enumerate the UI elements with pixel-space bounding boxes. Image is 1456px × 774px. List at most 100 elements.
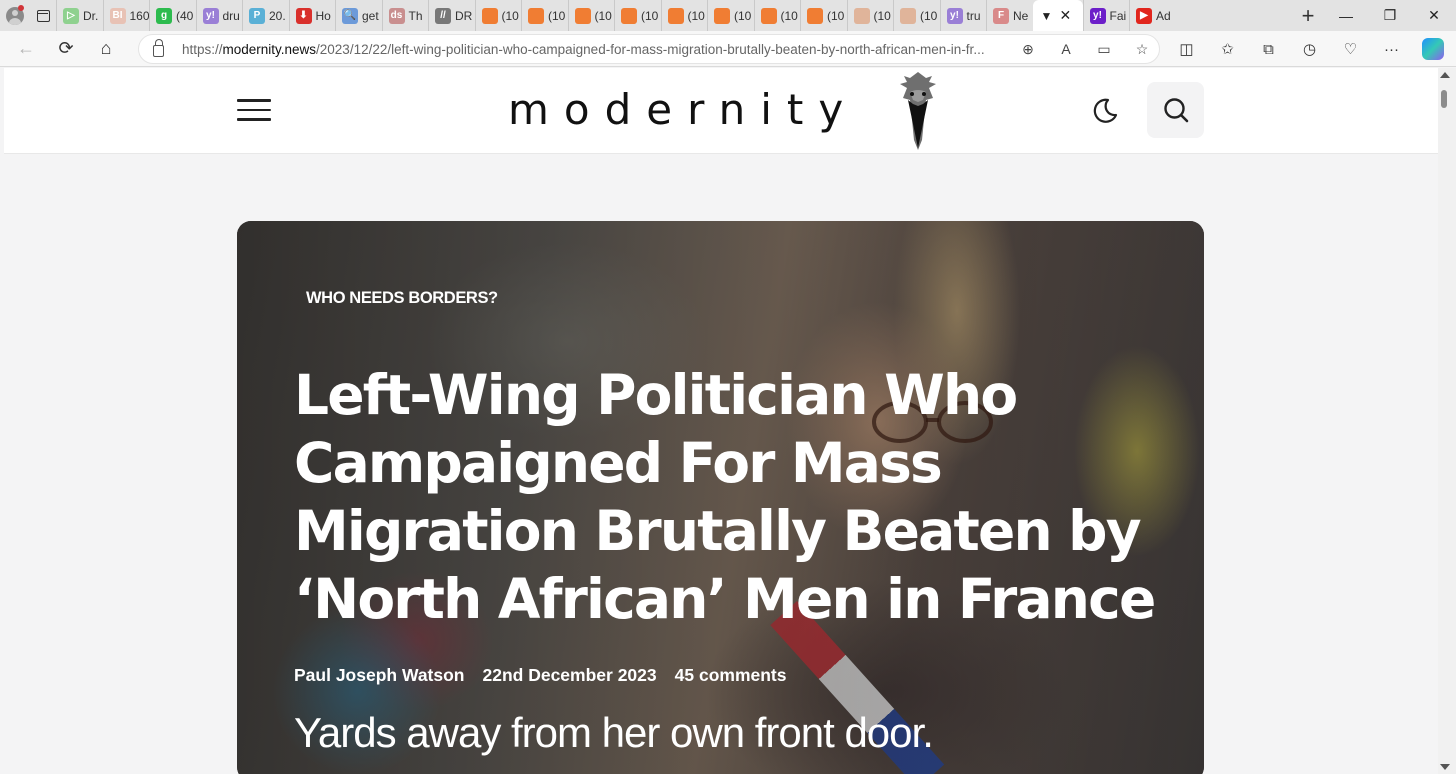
browser-tab[interactable]: (10 [846,0,894,31]
bookmark-icon [714,7,730,24]
site-header: modernity [4,68,1438,154]
tab-label: 20. [269,8,286,23]
back-button[interactable]: ← [6,31,46,67]
tab-label: (10 [687,8,705,23]
bi-icon: BI [109,7,126,24]
scroll-down-icon[interactable] [1440,764,1450,770]
split-screen-icon[interactable]: ◫ [1166,40,1207,58]
browser-tab[interactable]: ⬇ Ho [288,0,336,31]
bookmark-icon [853,7,870,24]
browser-tab[interactable]: y! tru [939,0,987,31]
article-author[interactable]: Paul Joseph Watson [294,665,465,686]
browser-tab-active[interactable]: ▼ ✕ [1032,0,1083,31]
tab-label: 160 [129,8,150,23]
close-tab-icon[interactable]: ✕ [1060,7,1072,24]
p-icon: P [249,7,265,24]
tab-label: (10 [548,8,566,23]
bookmark-icon [760,7,777,24]
bookmark-icon [807,7,823,24]
scroll-up-icon[interactable] [1440,72,1450,78]
read-aloud-icon[interactable]: A [1049,41,1083,58]
article-category[interactable]: WHO NEEDS BORDERS? [306,289,498,308]
bookmark-icon [900,7,916,24]
search-icon [1163,98,1188,123]
tab-actions-button[interactable] [30,0,56,31]
profile-avatar[interactable] [0,0,30,31]
browser-tab[interactable]: F Ne [986,0,1033,31]
dark-mode-icon[interactable] [1090,96,1120,126]
tab-list: ▷ Dr. BI 160 g (40 y! dru P 20. ⬇ Ho 🔍 get ds Th//DR (10… [56,0,1292,31]
lock-icon[interactable] [153,39,164,57]
tab-label: Fai [1109,8,1127,23]
tab-label: Ne [1013,8,1029,23]
yahoo-icon: y! [1089,7,1106,24]
browser-tab[interactable]: y! Fai [1082,0,1130,31]
slash-icon: // [435,7,451,24]
article-comments-link[interactable]: 45 comments [675,665,787,686]
article-subtitle: Yards away from her own front door. [294,709,934,756]
site-logo-text[interactable]: modernity [508,82,858,138]
immersive-reader-icon[interactable]: ▭ [1087,41,1121,58]
home-button[interactable]: ⌂ [86,31,126,67]
browser-tab[interactable]: ▶ Ad [1129,0,1176,31]
tab-label: (10 [594,8,612,23]
browser-tab[interactable]: y! dru [195,0,243,31]
tab-label: DR [455,8,473,23]
scrollbar-thumb[interactable] [1441,90,1447,108]
notification-dot [18,5,24,11]
download-icon: ⬇ [295,7,312,24]
article-title: Left-Wing Politician Who Campaigned For … [294,363,1156,631]
browser-tab[interactable]: (10 [707,0,754,31]
refresh-button[interactable]: ⟳ [46,31,86,67]
url-text[interactable]: https://modernity.news/2023/12/22/left-w… [182,42,1003,57]
tab-label: dru [222,8,240,23]
favorite-star-icon[interactable]: ☆ [1125,41,1159,58]
tab-strip: ▷ Dr. BI 160 g (40 y! dru P 20. ⬇ Ho 🔍 get ds Th//DR (10… [0,0,1456,31]
zoom-icon[interactable]: ⊕ [1011,41,1045,58]
history-icon[interactable]: ◷ [1289,40,1330,58]
bookmark-icon [528,7,544,24]
browser-tab[interactable]: 🔍 get [335,0,382,31]
close-window-button[interactable]: ✕ [1412,0,1456,31]
browser-tab[interactable]: g (40 [149,0,196,31]
browser-tab[interactable]: ▷ Dr. [56,0,103,31]
youtube-icon: ▶ [1136,7,1152,24]
browser-tab[interactable]: (10 [893,0,940,31]
browser-essentials-icon[interactable]: ♡ [1330,40,1371,58]
browser-tab[interactable]: (10 [660,0,708,31]
browser-tab[interactable]: (10 [614,0,661,31]
more-menu-icon[interactable]: ··· [1371,41,1412,58]
tab-label: tru [966,8,981,23]
tab-label: Ho [315,8,331,23]
browser-tab[interactable]: (10 [800,0,847,31]
browser-tab[interactable]: (10 [474,0,522,31]
article-hero: WHO NEEDS BORDERS? Left-Wing Politician … [237,221,1204,774]
new-tab-button[interactable]: + [1292,3,1324,29]
tab-label: (10 [501,8,519,23]
bird-icon: ▼ [1038,7,1055,24]
minimize-button[interactable]: — [1324,0,1368,31]
browser-toolbar: ← ⟳ ⌂ https://modernity.news/2023/12/22/… [0,31,1456,67]
article-meta: Paul Joseph Watson 22nd December 2023 45… [294,665,787,686]
browser-tab[interactable]: (10 [753,0,801,31]
play-icon: ▷ [63,7,79,24]
page-scrollbar[interactable] [1438,68,1456,774]
browser-tab[interactable]: ds Th [381,0,429,31]
bookmark-icon [621,7,637,24]
browser-tab[interactable]: // DR [428,0,475,31]
browser-tab[interactable]: (10 [567,0,615,31]
browser-tab[interactable]: BI 160 [102,0,150,31]
hamburger-menu-icon[interactable] [237,99,271,121]
browser-tab[interactable]: (10 [521,0,568,31]
restore-button[interactable]: ❐ [1368,0,1412,31]
tab-label: (10 [641,8,659,23]
pelican-logo-icon[interactable] [890,70,946,152]
browser-tab[interactable]: P 20. [242,0,289,31]
address-bar[interactable]: https://modernity.news/2023/12/22/left-w… [138,34,1160,64]
favorites-icon[interactable]: ✩ [1207,40,1248,58]
window-controls: — ❐ ✕ [1324,0,1456,31]
copilot-icon[interactable] [1422,38,1444,60]
tab-label: (10 [873,8,891,23]
collections-icon[interactable]: ⧉ [1248,41,1289,58]
search-button[interactable] [1147,82,1204,138]
